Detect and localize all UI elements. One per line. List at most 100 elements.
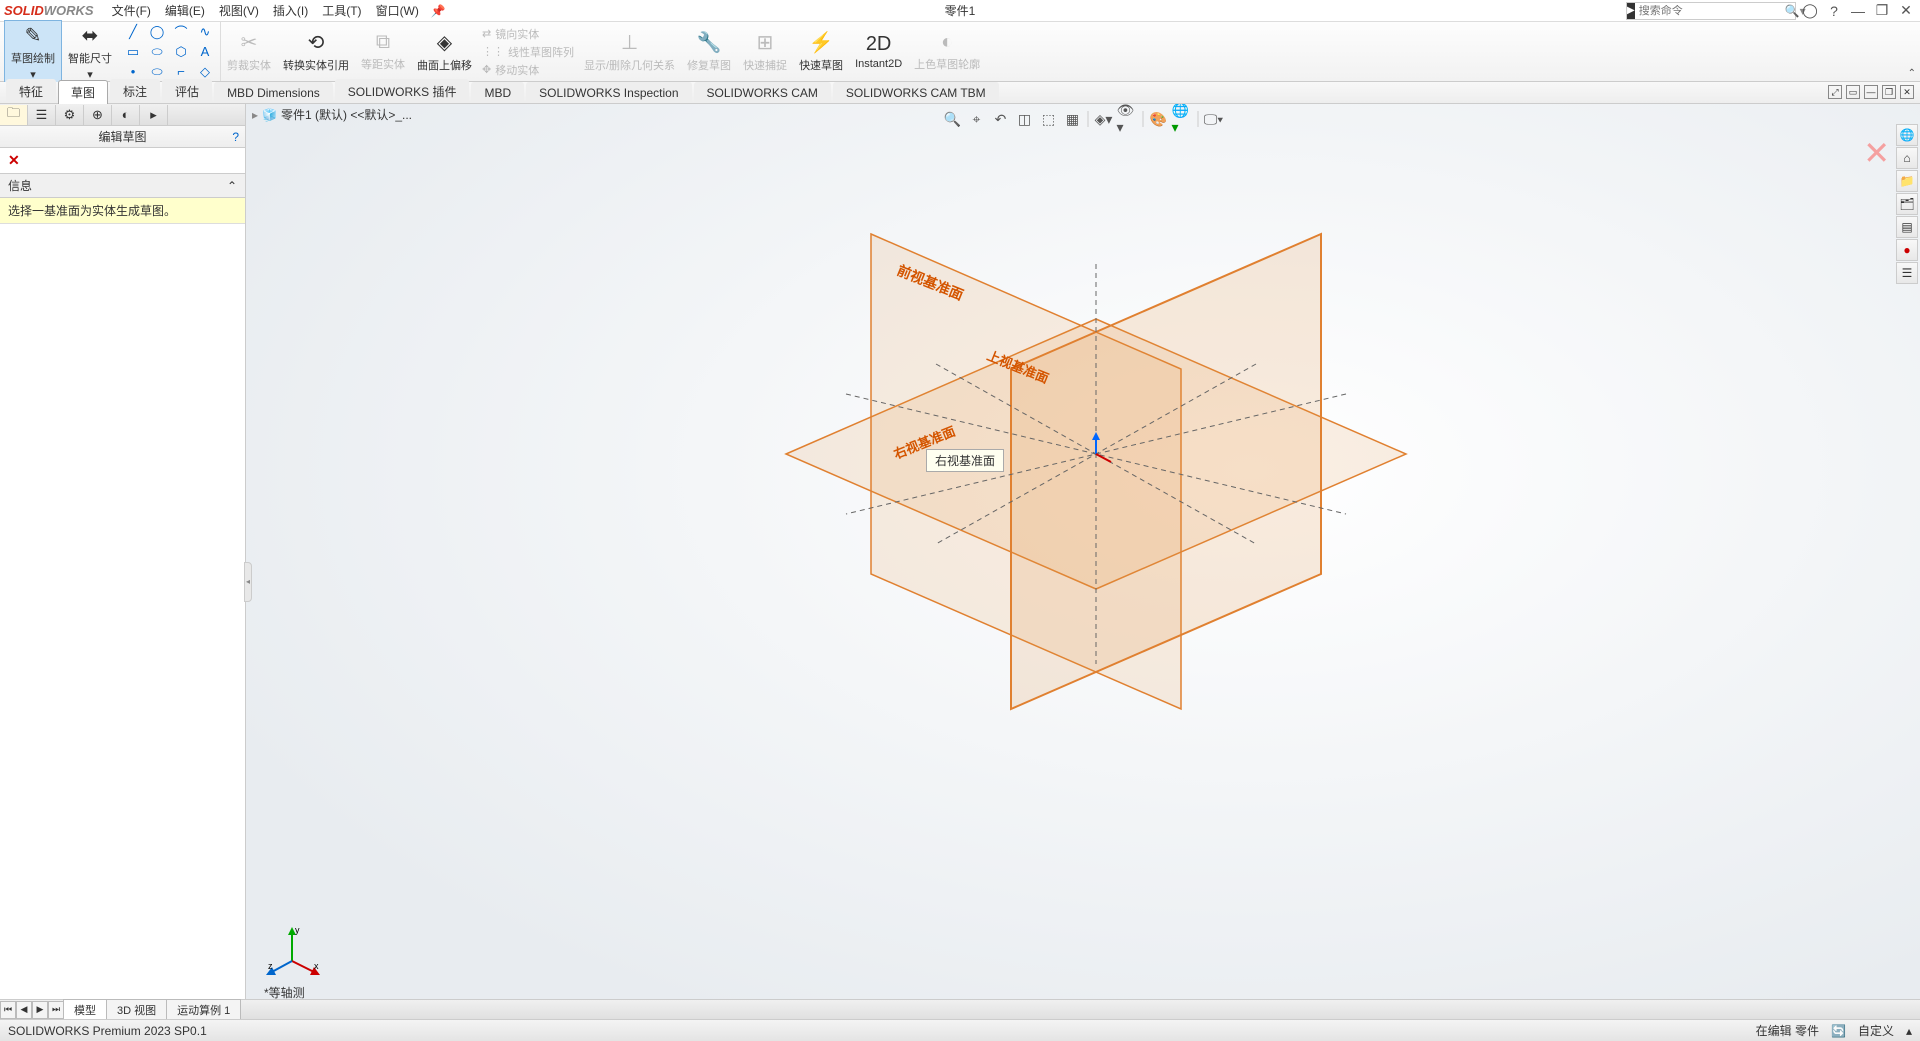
smart-dimension-button[interactable]: ⬌ 智能尺寸 ▾ bbox=[62, 21, 118, 83]
collapse-ribbon-icon[interactable]: ⌃ bbox=[1908, 68, 1916, 79]
point-tool[interactable]: • bbox=[122, 64, 144, 79]
panel-help-icon[interactable]: ? bbox=[232, 130, 239, 144]
panel-tab-config[interactable]: ⚙ bbox=[56, 105, 84, 125]
tab-addins[interactable]: SOLIDWORKS 插件 bbox=[335, 79, 470, 103]
instant2d-button[interactable]: 2DInstant2D bbox=[849, 31, 908, 72]
plane-tool[interactable]: ◇ bbox=[194, 64, 216, 80]
apply-scene-icon[interactable]: 🎨 bbox=[1148, 108, 1170, 130]
tab-sketch[interactable]: 草图 bbox=[58, 80, 108, 104]
previous-view-icon[interactable]: ↶ bbox=[990, 108, 1012, 130]
view-orientation-icon[interactable]: ⬚ bbox=[1038, 108, 1060, 130]
status-menu-icon[interactable]: ▴ bbox=[1906, 1024, 1912, 1038]
edit-appearance-icon[interactable]: 👁▾ bbox=[1117, 108, 1139, 130]
menu-insert[interactable]: 插入(I) bbox=[267, 0, 314, 21]
info-section-header[interactable]: 信息 ⌃ bbox=[0, 174, 245, 198]
polygon-tool[interactable]: ⬡ bbox=[170, 44, 192, 60]
menu-view[interactable]: 视图(V) bbox=[213, 0, 265, 21]
tab-inspection[interactable]: SOLIDWORKS Inspection bbox=[526, 82, 691, 103]
reference-planes[interactable]: 前视基准面 上视基准面 右视基准面 bbox=[626, 164, 1446, 804]
spline-tool[interactable]: ∿ bbox=[194, 24, 216, 40]
rapid-sketch-button[interactable]: ⚡快速草图 bbox=[793, 28, 849, 75]
offset-button[interactable]: ⧉等距实体 bbox=[355, 29, 411, 74]
search-input[interactable] bbox=[1635, 5, 1785, 17]
panel-tab-feature-tree[interactable]: 🗀 bbox=[0, 105, 28, 125]
fillet-tool[interactable]: ⌐ bbox=[170, 64, 192, 79]
bottom-tab-3dview[interactable]: 3D 视图 bbox=[106, 999, 167, 1020]
arc-tool[interactable]: ⌒ bbox=[170, 22, 192, 41]
menu-file[interactable]: 文件(F) bbox=[106, 0, 157, 21]
doc-close-icon[interactable]: ✕ bbox=[1900, 85, 1914, 99]
collapse-icon[interactable]: ⌃ bbox=[227, 179, 237, 193]
rectangle-tool[interactable]: ▭ bbox=[122, 44, 144, 60]
tab-prev-icon[interactable]: ◀ bbox=[16, 1001, 32, 1019]
status-custom[interactable]: 自定义 bbox=[1858, 1022, 1894, 1039]
repair-sketch-button[interactable]: 🔧修复草图 bbox=[681, 28, 737, 75]
offset-surface-button[interactable]: ◈曲面上偏移 bbox=[411, 28, 478, 75]
zoom-area-icon[interactable]: ⌖ bbox=[966, 108, 988, 130]
appearances-icon[interactable]: ● bbox=[1896, 239, 1918, 261]
panel-tab-property[interactable]: ☰ bbox=[28, 105, 56, 125]
breadcrumb-text[interactable]: 零件1 (默认) <<默认>_... bbox=[281, 106, 412, 123]
tab-evaluate[interactable]: 评估 bbox=[162, 79, 212, 103]
sketch-button[interactable]: ✎ 草图绘制 ▾ bbox=[4, 20, 62, 84]
doc-restore-icon[interactable]: ❐ bbox=[1882, 85, 1896, 99]
display-style-icon[interactable]: ▦ bbox=[1062, 108, 1084, 130]
tab-annotate[interactable]: 标注 bbox=[110, 79, 160, 103]
bottom-tab-motion[interactable]: 运动算例 1 bbox=[166, 999, 241, 1020]
tab-next-icon[interactable]: ▶ bbox=[32, 1001, 48, 1019]
panel-tab-display[interactable]: ◐ bbox=[112, 105, 140, 125]
design-library-icon[interactable]: 📁 bbox=[1896, 170, 1918, 192]
tab-mbd[interactable]: MBD bbox=[471, 82, 524, 103]
tab-mbd-dimensions[interactable]: MBD Dimensions bbox=[214, 82, 333, 103]
file-explorer-icon[interactable]: 🗂 bbox=[1896, 193, 1918, 215]
cancel-button[interactable]: ✕ bbox=[8, 152, 20, 168]
tab-cam[interactable]: SOLIDWORKS CAM bbox=[694, 82, 831, 103]
text-tool[interactable]: A bbox=[194, 44, 216, 59]
screen-icon[interactable]: 🖵▾ bbox=[1203, 108, 1225, 130]
hide-show-icon[interactable]: ◈▾ bbox=[1093, 108, 1115, 130]
quick-snap-button[interactable]: ⊞快速捕捉 bbox=[737, 28, 793, 75]
display-relations-button[interactable]: ⊥显示/删除几何关系 bbox=[578, 28, 681, 75]
linear-pattern-button[interactable]: 线性草图阵列 bbox=[508, 44, 574, 60]
search-box[interactable]: ▶ 🔍 ▾ bbox=[1626, 2, 1796, 20]
panel-splitter[interactable]: ◂ bbox=[244, 562, 252, 602]
resources-tab-icon[interactable]: 🌐 bbox=[1896, 124, 1918, 146]
status-rebuild-icon[interactable]: 🔄 bbox=[1831, 1024, 1846, 1038]
line-tool[interactable]: ╱ bbox=[122, 24, 144, 40]
orientation-triad[interactable]: yxz bbox=[264, 921, 324, 981]
doc-minimize-icon[interactable]: — bbox=[1864, 85, 1878, 99]
minimize-button[interactable]: — bbox=[1848, 2, 1868, 20]
panel-tab-more[interactable]: ▸ bbox=[140, 105, 168, 125]
breadcrumb-expand-icon[interactable]: ▸ bbox=[252, 108, 258, 122]
panel-tab-dim[interactable]: ⊕ bbox=[84, 105, 112, 125]
menu-tools[interactable]: 工具(T) bbox=[316, 0, 367, 21]
zoom-fit-icon[interactable]: 🔍 bbox=[942, 108, 964, 130]
view-palette-icon[interactable]: ▤ bbox=[1896, 216, 1918, 238]
close-button[interactable]: ✕ bbox=[1896, 2, 1916, 20]
bottom-tab-model[interactable]: 模型 bbox=[63, 999, 107, 1020]
view-settings-icon[interactable]: 🌐▾ bbox=[1172, 108, 1194, 130]
move-button[interactable]: 移动实体 bbox=[495, 62, 539, 78]
tab-first-icon[interactable]: ⏮ bbox=[0, 1001, 16, 1019]
circle-tool[interactable]: ◯ bbox=[146, 24, 168, 40]
graphics-viewport[interactable]: 🔍 ⌖ ↶ ◫ ⬚ ▦ ◈▾ 👁▾ 🎨 🌐▾ 🖵▾ ✕ 🌐 ⌂ 📁 🗂 ▤ ● … bbox=[246, 104, 1920, 1019]
shaded-contour-button[interactable]: ◐上色草图轮廓 bbox=[908, 29, 986, 74]
exit-sketch-button[interactable]: ✕ bbox=[1863, 134, 1890, 172]
trim-button[interactable]: ✂剪裁实体 bbox=[221, 28, 277, 75]
ellipse-tool[interactable]: ⬭ bbox=[146, 64, 168, 80]
doc-expand-icon[interactable]: ⤢ bbox=[1828, 85, 1842, 99]
pin-icon[interactable]: 📌 bbox=[431, 4, 446, 18]
slot-tool[interactable]: ⬭ bbox=[146, 44, 168, 60]
doc-window-icon[interactable]: ▭ bbox=[1846, 85, 1860, 99]
custom-props-icon[interactable]: ☰ bbox=[1896, 262, 1918, 284]
restore-button[interactable]: ❐ bbox=[1872, 2, 1892, 20]
user-icon[interactable]: ◯ bbox=[1800, 2, 1820, 20]
help-icon[interactable]: ? bbox=[1824, 2, 1844, 20]
right-plane[interactable] bbox=[1011, 234, 1321, 709]
search-magnifier-icon[interactable]: 🔍 bbox=[1785, 4, 1800, 18]
tab-last-icon[interactable]: ⏭ bbox=[48, 1001, 64, 1019]
tab-cam-tbm[interactable]: SOLIDWORKS CAM TBM bbox=[833, 82, 999, 103]
section-view-icon[interactable]: ◫ bbox=[1014, 108, 1036, 130]
menu-window[interactable]: 窗口(W) bbox=[370, 0, 425, 21]
mirror-button[interactable]: 镜向实体 bbox=[495, 26, 539, 42]
